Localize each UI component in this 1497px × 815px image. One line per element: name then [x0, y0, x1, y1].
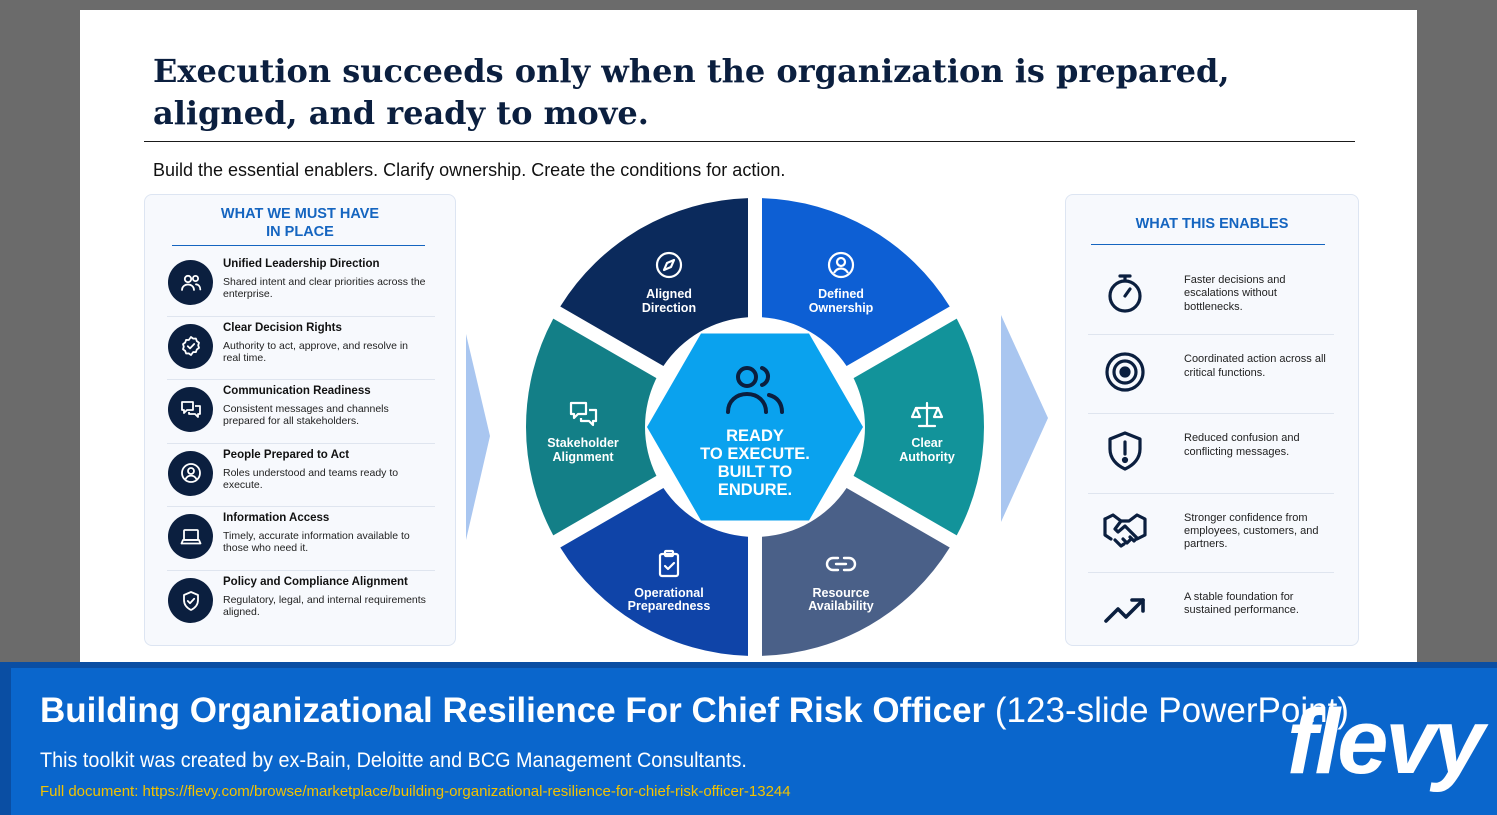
requirement-desc: Authority to act, approve, and resolve i… — [223, 339, 409, 364]
benefit-text: Coordinated action across all critical f… — [1184, 353, 1326, 379]
segment-label: Aligned — [646, 287, 692, 301]
requirement-title: People Prepared to Act — [223, 448, 350, 461]
segment-label: Direction — [642, 301, 696, 315]
benefit-item: A stable foundation for sustained perfor… — [1088, 573, 1334, 652]
requirement-desc: Roles understood and teams ready to exec… — [223, 466, 399, 491]
segment-label: Defined — [818, 287, 864, 301]
check-badge-icon — [168, 323, 213, 369]
handshake-icon — [1102, 508, 1148, 554]
benefits-heading: WHAT THIS ENABLES — [1135, 216, 1289, 232]
requirement-desc: Timely, accurate information available t… — [223, 530, 410, 555]
promo-banner: Building Organizational Resilience For C… — [0, 662, 1497, 815]
segment-label: Ownership — [809, 301, 874, 315]
shield-alert-icon — [1102, 428, 1148, 474]
person-circle-icon — [168, 450, 213, 496]
center-line: BUILT TO — [718, 463, 793, 481]
slide-subtitle: Build the essential enablers. Clarify ow… — [153, 160, 786, 180]
requirements-panel: WHAT WE MUST HAVE IN PLACE Unified Leade… — [144, 194, 456, 646]
segment-label: Resource — [813, 586, 870, 600]
center-line: ENDURE. — [718, 481, 792, 499]
center-line: TO EXECUTE. — [700, 445, 810, 463]
requirements-heading: WHAT WE MUST HAVE IN PLACE — [220, 206, 380, 240]
benefits-panel: WHAT THIS ENABLES Faster decisions and e… — [1065, 194, 1359, 646]
segment-label: Operational — [634, 586, 703, 600]
title-divider — [144, 141, 1355, 142]
segment-label: Preparedness — [628, 599, 711, 613]
benefit-text: A stable foundation for sustained perfor… — [1184, 590, 1299, 617]
flevy-logo[interactable]: flevy — [1287, 692, 1485, 792]
banner-title: Building Organizational Resilience For C… — [40, 689, 1349, 733]
right-flow-arrow — [1001, 315, 1048, 522]
requirement-item: Clear Decision Rights Authority to act, … — [167, 317, 435, 381]
requirement-title: Communication Readiness — [223, 385, 371, 398]
requirement-item: People Prepared to Act Roles understood … — [167, 444, 435, 508]
banner-title-main: Building Organizational Resilience For C… — [40, 691, 986, 730]
requirement-title: Information Access — [223, 512, 330, 525]
banner-subtitle: This toolkit was created by ex-Bain, Del… — [40, 748, 747, 772]
requirement-title: Policy and Compliance Alignment — [223, 576, 408, 588]
requirement-item: Unified Leadership Direction Shared inte… — [167, 253, 435, 317]
left-flow-arrow — [466, 334, 490, 540]
benefits-heading-rule — [1091, 244, 1325, 245]
benefit-item: Reduced confusion and conflicting messag… — [1088, 414, 1334, 494]
segment-label: Availability — [808, 599, 874, 613]
trend-up-icon — [1102, 587, 1148, 633]
shield-check-icon — [168, 578, 213, 623]
requirement-item: Policy and Compliance Alignment Regulato… — [167, 571, 435, 635]
target-icon — [1102, 349, 1148, 395]
requirement-item: Communication Readiness Consistent messa… — [167, 380, 435, 444]
benefit-item: Faster decisions and escalations without… — [1088, 256, 1334, 336]
slide: Execution succeeds only when the organiz… — [80, 10, 1417, 670]
requirement-item: Information Access Timely, accurate info… — [167, 507, 435, 571]
benefit-text: Faster decisions and escalations without… — [1184, 274, 1286, 313]
wheel-segment — [526, 318, 657, 536]
segment-label: Alignment — [552, 450, 614, 464]
benefit-text: Reduced confusion and conflicting messag… — [1184, 432, 1300, 458]
readiness-wheel: READY TO EXECUTE. BUILT TO ENDURE. Align… — [466, 198, 1048, 656]
requirement-desc: Consistent messages and channels prepare… — [223, 403, 389, 428]
segment-label: Stakeholder — [547, 436, 619, 450]
center-line: READY — [726, 427, 784, 445]
requirement-title: Unified Leadership Direction — [223, 258, 380, 270]
benefit-text: Stronger confidence from employees, cust… — [1184, 511, 1319, 551]
segment-label: Authority — [899, 450, 955, 464]
slide-title: Execution succeeds only when the organiz… — [153, 52, 1230, 132]
segment-label: Clear — [911, 436, 942, 450]
requirement-desc: Shared intent and clear priorities acros… — [223, 276, 426, 300]
banner-document-link[interactable]: Full document: https://flevy.com/browse/… — [40, 783, 791, 800]
people-icon — [168, 260, 213, 305]
promo-banner-body: Building Organizational Resilience For C… — [11, 668, 1497, 815]
benefit-item: Coordinated action across all critical f… — [1088, 335, 1334, 415]
requirement-desc: Regulatory, legal, and internal requirem… — [223, 594, 426, 618]
stopwatch-icon — [1102, 270, 1148, 316]
chat-bubbles-icon — [168, 387, 213, 433]
requirement-title: Clear Decision Rights — [223, 321, 342, 334]
requirements-heading-rule — [172, 245, 425, 246]
laptop-icon — [168, 514, 213, 560]
benefit-item: Stronger confidence from employees, cust… — [1088, 494, 1334, 573]
